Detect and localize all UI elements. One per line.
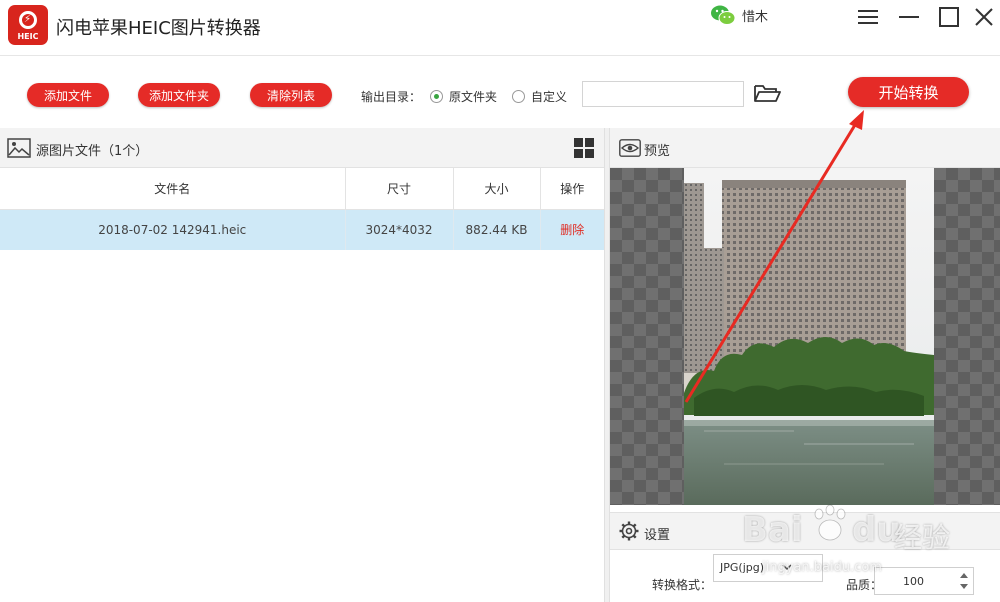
format-label: 转换格式：	[652, 578, 713, 592]
format-select[interactable]: JPG(jpg)	[713, 554, 823, 582]
settings-panel: 转换格式： JPG(jpg) 品质： 100	[610, 551, 1000, 602]
settings-title: 设置	[644, 528, 671, 543]
gear-icon	[619, 521, 639, 541]
app-window: ⚡ HEIC 闪电苹果HEIC图片转换器 惜木 添加文件 添加文件夹 清除列表 …	[0, 0, 1000, 602]
settings-header: 设置	[610, 512, 1000, 550]
chevron-down-icon	[782, 564, 792, 571]
quality-stepper-icon[interactable]	[958, 570, 970, 592]
